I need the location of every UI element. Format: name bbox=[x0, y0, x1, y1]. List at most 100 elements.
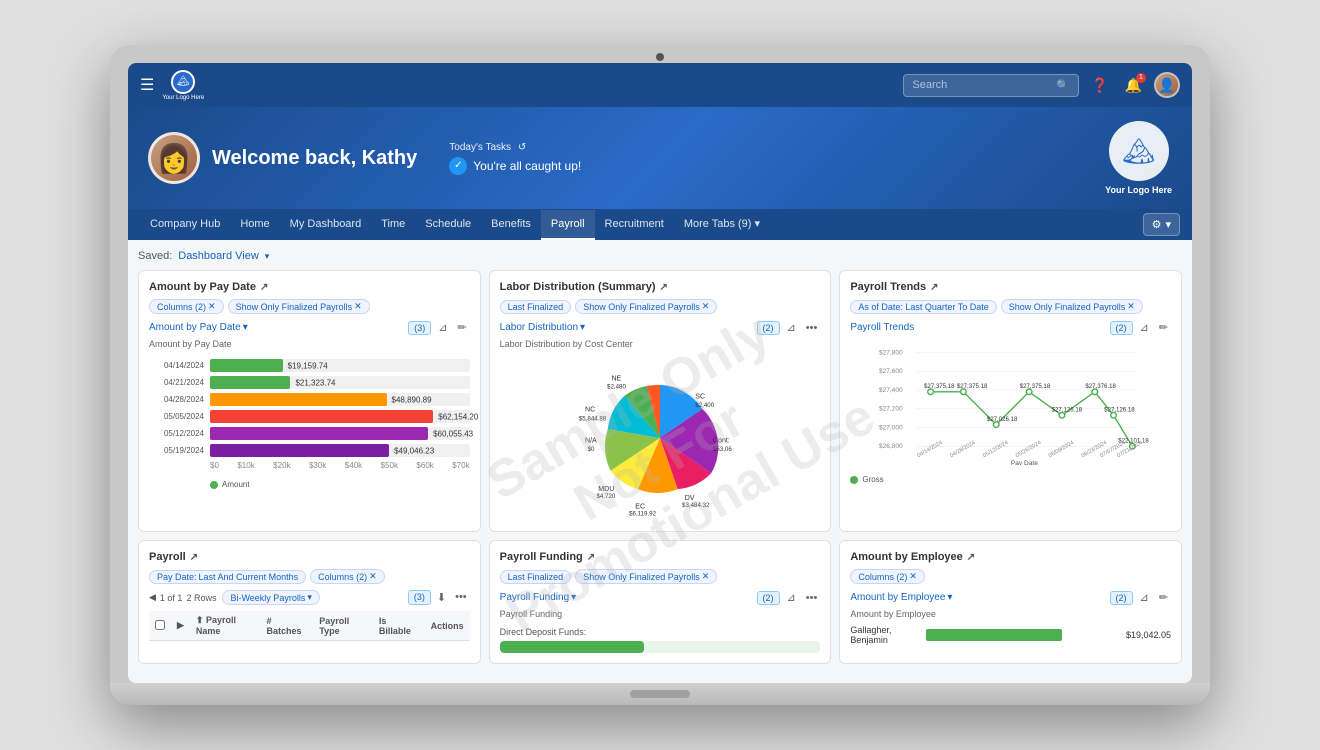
sublink-labor[interactable]: Labor Distribution ▾ bbox=[500, 322, 585, 333]
widget-header-funding: Payroll Funding ↗ bbox=[500, 551, 821, 563]
subheader-funding: Payroll Funding ▾ (2) ⊿ ••• bbox=[500, 590, 821, 605]
sublink-funding[interactable]: Payroll Funding ▾ bbox=[500, 592, 577, 603]
bar-fill-3: $62,154.20 bbox=[210, 410, 433, 423]
export-icon[interactable]: ⬇ bbox=[434, 590, 449, 605]
tasks-status-text: You're all caught up! bbox=[473, 159, 581, 173]
employee-value-0: $19,042.05 bbox=[1126, 630, 1171, 640]
svg-text:$27,376.18: $27,376.18 bbox=[1086, 383, 1117, 390]
svg-text:$3,484.32: $3,484.32 bbox=[682, 502, 710, 509]
laptop-notch bbox=[630, 690, 690, 698]
widget-payroll: Payroll ↗ Pay Date: Last And Current Mon… bbox=[138, 540, 481, 664]
edit-icon-trends[interactable]: ✏ bbox=[1156, 320, 1171, 335]
nav-recruitment[interactable]: Recruitment bbox=[595, 210, 674, 240]
menu-icon[interactable]: ☰ bbox=[140, 75, 154, 95]
more-icon-payroll[interactable]: ••• bbox=[452, 590, 470, 605]
user-avatar[interactable]: 👤 bbox=[1154, 72, 1180, 98]
nav-time[interactable]: Time bbox=[371, 210, 415, 240]
saved-view-name[interactable]: Dashboard View bbox=[178, 250, 259, 262]
show-finalized-chip-funding[interactable]: Show Only Finalized Payrolls ✕ bbox=[575, 569, 717, 584]
sublink-pay-date[interactable]: Amount by Pay Date ▾ bbox=[149, 322, 248, 333]
nav-my-dashboard[interactable]: My Dashboard bbox=[280, 210, 372, 240]
welcome-heading: Welcome back, Kathy bbox=[212, 147, 417, 170]
external-link-icon-trends[interactable]: ↗ bbox=[930, 282, 938, 293]
user-photo: 👩 bbox=[148, 132, 200, 184]
nav-company-hub[interactable]: Company Hub bbox=[140, 210, 230, 240]
bar-value-2: $48,890.89 bbox=[392, 395, 432, 404]
biweekly-filter[interactable]: Bi-Weekly Payrolls ▾ bbox=[222, 590, 319, 605]
show-finalized-chip-labor[interactable]: Show Only Finalized Payrolls ✕ bbox=[575, 299, 717, 314]
sublink-trends[interactable]: Payroll Trends bbox=[850, 322, 914, 333]
saved-label: Saved: bbox=[138, 250, 172, 262]
help-icon[interactable]: ❓ bbox=[1087, 73, 1112, 98]
pay-date-filter-chip[interactable]: Pay Date: Last And Current Months bbox=[149, 570, 306, 584]
banner-logo-icon: 🏔 bbox=[1109, 121, 1169, 181]
filter-row-funding: Last Finalized Show Only Finalized Payro… bbox=[500, 569, 821, 584]
external-link-icon[interactable]: ↗ bbox=[260, 282, 268, 293]
bar-track-2: $48,890.89 bbox=[210, 393, 470, 406]
more-icon-funding[interactable]: ••• bbox=[803, 591, 821, 605]
filter-icon-pay-date[interactable]: ⊿ bbox=[435, 320, 450, 335]
nav-more-tabs[interactable]: More Tabs (9) ▾ bbox=[674, 209, 770, 240]
logo-area[interactable]: 🏔 Your Logo Here bbox=[162, 70, 204, 101]
show-finalized-chip-trends[interactable]: Show Only Finalized Payrolls ✕ bbox=[1001, 299, 1143, 314]
widget-header-trends: Payroll Trends ↗ bbox=[850, 281, 1171, 293]
col-payroll-type[interactable]: Payroll Type bbox=[313, 611, 373, 641]
search-icon[interactable]: 🔍 bbox=[1056, 79, 1070, 92]
subheader-labor: Labor Distribution ▾ (2) ⊿ ••• bbox=[500, 320, 821, 335]
filter-icon-funding[interactable]: ⊿ bbox=[784, 590, 799, 605]
settings-button[interactable]: ⚙ ▾ bbox=[1143, 213, 1180, 236]
nav-home[interactable]: Home bbox=[230, 210, 279, 240]
as-of-date-chip[interactable]: As of Date: Last Quarter To Date bbox=[850, 300, 996, 314]
nav-schedule[interactable]: Schedule bbox=[415, 210, 481, 240]
filter-chip-finalized[interactable]: Show Only Finalized Payrolls ✕ bbox=[228, 299, 370, 314]
edit-icon-employee[interactable]: ✏ bbox=[1156, 590, 1171, 605]
employee-list: Gallagher,Benjamin $19,042.05 bbox=[850, 625, 1171, 645]
more-icon-labor[interactable]: ••• bbox=[803, 321, 821, 335]
widget-amount-by-employee: Amount by Employee ↗ Columns (2) ✕ bbox=[839, 540, 1182, 664]
widget-header-employee: Amount by Employee ↗ bbox=[850, 551, 1171, 563]
col-payroll-name[interactable]: ⬆ Payroll Name bbox=[190, 611, 261, 641]
widget-title-employee: Amount by Employee ↗ bbox=[850, 551, 975, 563]
external-link-icon-funding[interactable]: ↗ bbox=[587, 552, 595, 563]
nav-settings-area: ⚙ ▾ bbox=[1143, 213, 1180, 236]
funding-bar-fill bbox=[500, 641, 644, 653]
filter-row-payroll: Pay Date: Last And Current Months Column… bbox=[149, 569, 470, 584]
top-nav: ☰ 🏔 Your Logo Here 🔍 ❓ 🔔 1 👤 bbox=[128, 63, 1192, 107]
bar-value-0: $19,159.74 bbox=[288, 361, 328, 370]
svg-text:$27,000: $27,000 bbox=[879, 424, 903, 431]
nav-payroll[interactable]: Payroll bbox=[541, 210, 595, 240]
external-link-icon-employee[interactable]: ↗ bbox=[967, 552, 975, 563]
bar-fill-4: $60,055.43 bbox=[210, 427, 428, 440]
bar-track-5: $49,046.23 bbox=[210, 444, 470, 457]
filter-icon-labor[interactable]: ⊿ bbox=[784, 320, 799, 335]
label-ne: NE bbox=[611, 376, 621, 383]
filter-icon-trends[interactable]: ⊿ bbox=[1137, 320, 1152, 335]
columns-chip-employee[interactable]: Columns (2) ✕ bbox=[850, 569, 925, 584]
edit-icon-pay-date[interactable]: ✏ bbox=[454, 320, 469, 335]
filter-chip-columns[interactable]: Columns (2) ✕ bbox=[149, 299, 224, 314]
columns-filter-chip[interactable]: Columns (2) ✕ bbox=[310, 569, 385, 584]
table-header: ▶ ⬆ Payroll Name # Batches Payroll Type … bbox=[149, 611, 470, 641]
filter-icon-employee[interactable]: ⊿ bbox=[1137, 590, 1152, 605]
col-billable[interactable]: Is Billable bbox=[373, 611, 425, 641]
external-link-icon-labor[interactable]: ↗ bbox=[660, 282, 668, 293]
col-checkbox[interactable] bbox=[149, 611, 171, 641]
svg-text:$6,119.92: $6,119.92 bbox=[629, 511, 657, 518]
controls-trends: (2) ⊿ ✏ bbox=[1110, 320, 1171, 335]
notification-icon[interactable]: 🔔 1 bbox=[1121, 73, 1146, 98]
search-box[interactable]: 🔍 bbox=[903, 74, 1079, 97]
col-batches[interactable]: # Batches bbox=[260, 611, 313, 641]
col-expand[interactable]: ▶ bbox=[171, 611, 190, 641]
last-finalized-chip[interactable]: Last Finalized bbox=[500, 300, 572, 314]
employee-row-0: Gallagher,Benjamin $19,042.05 bbox=[850, 625, 1171, 645]
search-input[interactable] bbox=[912, 79, 1052, 91]
svg-text:$5,844.88: $5,844.88 bbox=[579, 415, 607, 422]
bar-fill-1: $21,323.74 bbox=[210, 376, 290, 389]
page-nav-left[interactable]: ◀ bbox=[149, 592, 156, 603]
sublink-employee[interactable]: Amount by Employee ▾ bbox=[850, 592, 952, 603]
saved-dropdown-arrow[interactable]: ▾ bbox=[265, 251, 270, 262]
widget-payroll-trends: Payroll Trends ↗ As of Date: Last Quarte… bbox=[839, 270, 1182, 532]
external-link-icon-payroll[interactable]: ↗ bbox=[190, 552, 198, 563]
nav-benefits[interactable]: Benefits bbox=[481, 210, 541, 240]
last-finalized-chip-funding[interactable]: Last Finalized bbox=[500, 570, 572, 584]
